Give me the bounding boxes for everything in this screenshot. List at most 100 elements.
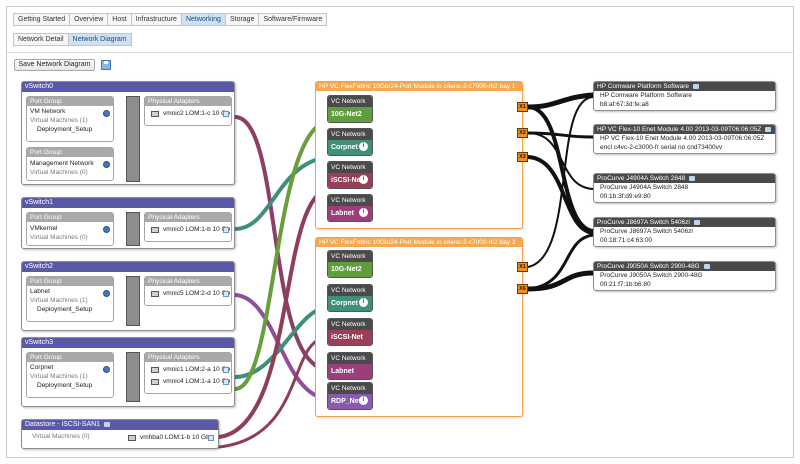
vc-network-name: 10G-Net2 (328, 107, 372, 122)
vc-network-10g-net2[interactable]: VC Network 10G-Net2 (327, 95, 373, 123)
external-device-panel[interactable]: ProCurve J8697A Switch 5406zl ProCurve J… (593, 217, 776, 247)
physical-adapters-box[interactable]: Physical Adapters vmnic1 LOM:2-a 10 Gb v… (144, 352, 232, 394)
vswitch-panel[interactable]: vSwitch0 Port Group VM Network Virtual M… (21, 81, 235, 185)
vm-name: Deployment_Setup (37, 306, 93, 313)
vm-icon (103, 161, 110, 168)
physical-adapters-box[interactable]: Physical Adapters vmnic2 LOM:1-c 10 Gb (144, 96, 232, 126)
vc-network-10g-net2[interactable]: VC Network 10G-Net2 (327, 250, 373, 278)
external-device-panel[interactable]: ProCurve J4904A Switch 2848 ProCurve J49… (593, 173, 776, 203)
device-title: ProCurve J8697A Switch 5406zl (594, 218, 775, 227)
comment-icon[interactable] (765, 126, 772, 132)
adapter-label: vmnic4 LOM:1-a 10 Gb (163, 378, 231, 385)
device-title: ProCurve J9050A Switch 2900-48G (594, 262, 775, 271)
uplink-port-x6[interactable]: X6 (517, 284, 528, 294)
adapter-label: vmhba0 LOM:1-b 10 Gb (140, 434, 210, 441)
vc-network-corpnet[interactable]: VC Network Corpnet i (327, 128, 373, 156)
port-group-name: VMkernel (30, 225, 58, 232)
port-group-box[interactable]: Port Group Management Network Virtual Ma… (26, 147, 114, 181)
port-group-name: Corpnet (30, 364, 54, 371)
physical-adapters-header: Physical Adapters (145, 97, 231, 106)
wire-x1b-comware (527, 96, 594, 268)
device-line: b8:af:67:3d:fe:a8 (600, 101, 649, 108)
uplink-port-x3[interactable]: X3 (517, 152, 528, 162)
adapter-label: vmnic1 LOM:2-a 10 Gb (163, 366, 231, 373)
device-line: encl c4vc-2-c3000-fr serial no cnd73400v… (600, 144, 723, 151)
uplink-port-x1[interactable]: X1 (517, 102, 528, 112)
vswitch-panel[interactable]: vSwitch3 Port Group Corpnet Virtual Mach… (21, 337, 235, 407)
comment-icon[interactable] (223, 111, 229, 117)
vc-module-title: HP VC FlexFabric 10Gb/24-Port Module in … (316, 238, 522, 247)
vc-network-rdp-net[interactable]: VC Network RDP_Net i (327, 382, 373, 410)
vc-network-labnet[interactable]: VC Network Labnet (327, 352, 373, 380)
uplink-port-x2[interactable]: X2 (517, 128, 528, 138)
vm-name: Deployment_Setup (37, 382, 93, 389)
vc-network-corpnet[interactable]: VC Network Corpnet i (327, 284, 373, 312)
vswitch-title: vSwitch3 (22, 338, 234, 348)
vm-count: Virtual Machines (0) (30, 234, 88, 241)
port-group-box[interactable]: Port Group VMkernel Virtual Machines (0) (26, 212, 114, 246)
vc-network-labnet[interactable]: VC Network Labnet i (327, 194, 373, 222)
wire-x1-procurve5406 (526, 105, 595, 233)
port-group-header: Port Group (27, 97, 113, 106)
device-line: ProCurve J9050A Switch 2900-48G (600, 272, 703, 279)
comment-icon[interactable] (703, 263, 710, 269)
comment-icon[interactable] (693, 219, 700, 225)
port-group-header: Port Group (27, 213, 113, 222)
info-icon[interactable]: i (359, 175, 368, 184)
vm-count: Virtual Machines (1) (30, 297, 88, 304)
vm-icon (103, 366, 110, 373)
vm-icon (103, 226, 110, 233)
vswitch-bar (126, 212, 140, 246)
port-group-name: Management Network (30, 160, 94, 167)
info-icon[interactable]: i (359, 396, 368, 405)
vc-network-iscsi-net[interactable]: VC Network iSCSI-Net i (327, 161, 373, 189)
vm-count: Virtual Machines (0) (30, 169, 88, 176)
vswitch-panel[interactable]: vSwitch2 Port Group Labnet Virtual Machi… (21, 261, 235, 331)
port-group-box[interactable]: Port Group Corpnet Virtual Machines (1) … (26, 352, 114, 398)
vc-network-header: VC Network (328, 162, 372, 173)
uplink-port-x1[interactable]: X1 (517, 262, 528, 272)
vswitch-title: vSwitch2 (22, 262, 234, 272)
external-device-panel[interactable]: ProCurve J9050A Switch 2900-48G ProCurve… (593, 261, 776, 291)
device-line: 00:21:f7:1b:b6:80 (600, 281, 651, 288)
device-title: ProCurve J4904A Switch 2848 (594, 174, 775, 183)
nic-icon (151, 291, 159, 297)
vm-count: Virtual Machines (0) (32, 433, 90, 440)
port-group-header: Port Group (27, 148, 113, 157)
physical-adapters-box[interactable]: Physical Adapters vmnic5 LOM:2-d 10 Gb (144, 276, 232, 306)
comment-icon[interactable] (223, 291, 229, 297)
comment-icon[interactable] (104, 421, 111, 427)
info-icon[interactable]: i (359, 142, 368, 151)
vm-icon (103, 290, 110, 297)
external-device-panel[interactable]: HP VC Flex-10 Enet Module 4.00 2013-03-0… (593, 124, 776, 154)
vc-module-title: HP VC FlexFabric 10Gb/24-Port Module in … (316, 82, 522, 91)
device-line: HP Comware Platform Software (600, 92, 692, 99)
vc-network-iscsi-net[interactable]: VC Network iSCSI-Net (327, 318, 373, 346)
physical-adapters-box[interactable]: Physical Adapters vmnic0 LOM:1-b 10 Gb (144, 212, 232, 242)
device-line: HP VC Flex-10 Enet Module 4.00 2013-03-0… (600, 135, 765, 142)
vm-icon (103, 110, 110, 117)
external-device-panel[interactable]: HP Comware Platform Software HP Comware … (593, 81, 776, 111)
adapter-label: vmnic0 LOM:1-b 10 Gb (163, 226, 231, 233)
info-icon[interactable]: i (359, 208, 368, 217)
vc-network-name: Labnet (328, 364, 372, 379)
info-icon[interactable]: i (359, 298, 368, 307)
vm-name: Deployment_Setup (37, 126, 93, 133)
device-title: HP Comware Platform Software (594, 82, 775, 91)
comment-icon[interactable] (208, 435, 214, 441)
port-group-box[interactable]: Port Group VM Network Virtual Machines (… (26, 96, 114, 142)
vswitch-panel[interactable]: vSwitch1 Port Group VMkernel Virtual Mac… (21, 197, 235, 249)
physical-adapters-header: Physical Adapters (145, 353, 231, 362)
comment-icon[interactable] (223, 367, 229, 373)
vc-network-header: VC Network (328, 195, 372, 206)
comment-icon[interactable] (223, 379, 229, 385)
comment-icon[interactable] (223, 227, 229, 233)
comment-icon[interactable] (689, 175, 696, 181)
vswitch-title: vSwitch1 (22, 198, 234, 208)
comment-icon[interactable] (693, 83, 699, 89)
vc-network-header: VC Network (328, 96, 372, 107)
vc-network-header: VC Network (328, 251, 372, 262)
datastore-panel[interactable]: Datastore - iSCSI-SAN1 Virtual Machines … (21, 419, 219, 449)
vc-network-header: VC Network (328, 129, 372, 140)
port-group-box[interactable]: Port Group Labnet Virtual Machines (1) D… (26, 276, 114, 322)
